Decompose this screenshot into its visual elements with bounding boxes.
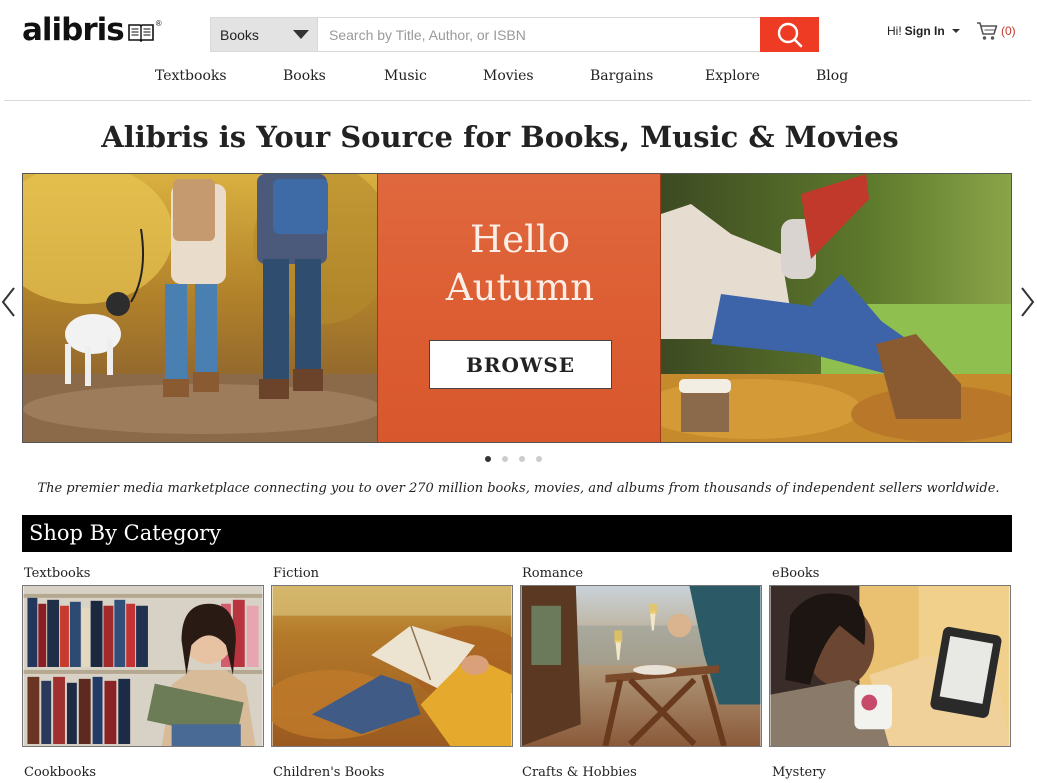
nav-blog[interactable]: Blog [816,68,848,84]
category-label-romance[interactable]: Romance [522,566,583,581]
shop-by-category-title: Shop By Category [22,515,1012,552]
category-label-fiction[interactable]: Fiction [273,566,319,581]
registered-mark: ® [155,18,162,28]
nav-textbooks[interactable]: Textbooks [155,68,227,84]
search-bar: Books [210,17,819,52]
nav-movies[interactable]: Movies [483,68,534,84]
nav-bargains[interactable]: Bargains [590,68,653,84]
search-icon [777,22,802,47]
search-category-label: Books [220,26,259,43]
search-button[interactable] [760,17,819,52]
category-label-crafts-hobbies[interactable]: Crafts & Hobbies [522,765,637,780]
cart-count: (0) [1001,24,1016,38]
hero-promo-panel: Hello Autumn BROWSE [377,174,661,442]
carousel-dot-1[interactable] [485,456,491,462]
carousel-dot-3[interactable] [519,456,525,462]
category-label-mystery[interactable]: Mystery [772,765,826,780]
cart-link[interactable]: (0) [976,21,1016,41]
search-input[interactable] [318,17,760,52]
header-divider [4,100,1031,101]
chevron-down-icon [293,30,309,39]
category-label-childrens-books[interactable]: Children's Books [273,765,384,780]
nav-books[interactable]: Books [283,68,326,84]
category-image-textbooks[interactable] [22,585,264,747]
carousel-prev-arrow[interactable] [0,285,20,319]
carousel-next-arrow[interactable] [1017,285,1037,319]
carousel-dot-2[interactable] [502,456,508,462]
category-image-romance[interactable] [520,585,762,747]
category-label-textbooks[interactable]: Textbooks [24,566,90,581]
browse-button[interactable]: BROWSE [429,340,612,389]
promo-heading: Hello Autumn [445,218,595,309]
alibris-logo[interactable]: alibris ® [22,12,162,48]
book-logo-icon [127,23,154,42]
category-image-ebooks[interactable] [769,585,1011,747]
hero-carousel[interactable]: Hello Autumn BROWSE [22,173,1012,443]
carousel-dot-4[interactable] [536,456,542,462]
page-title: Alibris is Your Source for Books, Music … [101,120,899,154]
hero-image-couple-walking-dog[interactable] [23,174,377,442]
hero-image-woman-reading[interactable] [661,174,1012,442]
category-image-fiction[interactable] [271,585,513,747]
cart-icon [977,22,998,40]
sign-in-menu[interactable]: Hi! Sign In [887,24,960,38]
greeting-text: Hi! [887,24,902,38]
carousel-dots [485,456,542,462]
logo-text: alibris [22,12,125,48]
category-label-cookbooks[interactable]: Cookbooks [24,765,96,780]
main-nav: Textbooks Books Music Movies Bargains Ex… [0,68,1037,88]
sign-in-link[interactable]: Sign In [905,24,945,38]
chevron-down-icon [951,29,960,33]
nav-explore[interactable]: Explore [705,68,760,84]
category-label-ebooks[interactable]: eBooks [772,566,819,581]
search-category-select[interactable]: Books [210,17,318,52]
nav-music[interactable]: Music [384,68,427,84]
tagline: The premier media marketplace connecting… [37,481,1000,496]
